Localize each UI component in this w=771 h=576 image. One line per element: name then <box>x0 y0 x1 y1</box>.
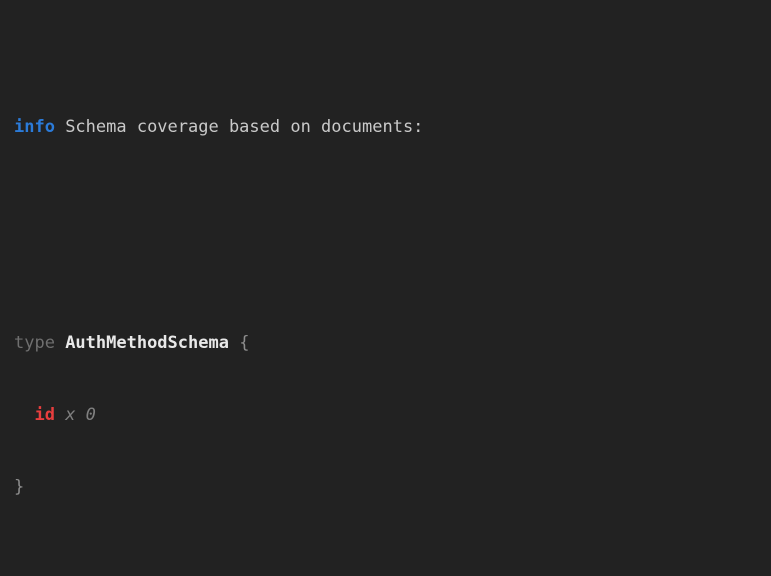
blank-line <box>14 571 757 576</box>
field-name: id <box>34 405 54 425</box>
info-tag: info <box>14 117 55 137</box>
field-count: x 0 <box>65 405 96 425</box>
close-brace: } <box>14 477 24 497</box>
type-close-line: } <box>14 475 757 499</box>
field-line: id x 0 <box>14 403 757 427</box>
type-keyword: type <box>14 333 55 353</box>
info-message: Schema coverage based on documents: <box>65 117 423 137</box>
type-name: AuthMethodSchema <box>65 333 229 353</box>
type-open-line: type AuthMethodSchema { <box>14 331 757 355</box>
blank-line <box>14 211 757 235</box>
console-output: infoSchema coverage based on documents: … <box>0 0 771 576</box>
open-brace: { <box>239 333 249 353</box>
info-line: info Schema coverage based on documents: <box>14 115 757 139</box>
